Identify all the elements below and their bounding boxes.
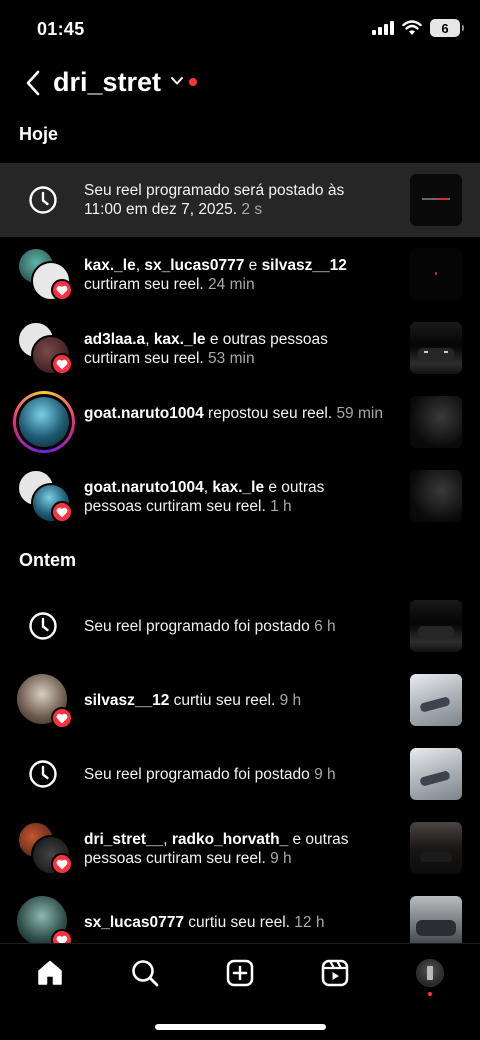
heart-icon <box>51 279 73 301</box>
notification-row[interactable]: ad3laa.a, kax._le e outras pessoas curti… <box>0 311 480 385</box>
notification-text: goat.naruto1004 repostou seu reel. 59 mi… <box>84 405 383 422</box>
notification-row[interactable]: goat.naruto1004 repostou seu reel. 59 mi… <box>0 385 480 459</box>
reel-thumbnail[interactable] <box>410 174 462 226</box>
notification-text: goat.naruto1004, kax._le e outras pessoa… <box>84 479 325 515</box>
battery-level: 6 <box>441 20 449 36</box>
heart-icon <box>51 707 73 729</box>
notification-text: ad3laa.a, kax._le e outras pessoas curti… <box>84 331 328 367</box>
notification-text: sx_lucas0777 curtiu seu reel. 12 h <box>84 914 325 931</box>
story-ring[interactable] <box>13 391 75 453</box>
notification-row[interactable]: Seu reel programado foi postado 9 h <box>0 737 480 811</box>
back-icon[interactable] <box>22 68 44 98</box>
reel-thumbnail[interactable] <box>410 600 462 652</box>
header: dri_stret <box>0 60 480 110</box>
reels-icon[interactable] <box>320 958 350 988</box>
signal-icon <box>372 21 394 35</box>
clock-icon <box>29 760 57 788</box>
notification-text: Seu reel programado foi postado 6 h <box>84 618 336 635</box>
notification-row[interactable]: goat.naruto1004, kax._le e outras pessoa… <box>0 459 480 533</box>
notification-row[interactable]: Seu reel programado será postado às 11:0… <box>0 163 480 237</box>
profile-avatar[interactable] <box>416 959 444 987</box>
heart-icon <box>51 353 73 375</box>
wifi-icon <box>402 20 422 35</box>
notification-text: kax._le, sx_lucas0777 e silvasz__12 curt… <box>84 257 347 293</box>
notification-row[interactable]: Seu reel programado foi postado 6 h <box>0 589 480 663</box>
reel-thumbnail[interactable] <box>410 248 462 300</box>
heart-icon <box>51 853 73 875</box>
status-bar: 01:45 6 <box>0 0 480 60</box>
search-icon[interactable] <box>130 958 160 988</box>
notification-text: dri_stret__, radko_horvath_ e outras pes… <box>84 831 349 867</box>
home-icon[interactable] <box>35 958 65 988</box>
notification-text: Seu reel programado foi postado 9 h <box>84 766 336 783</box>
reel-thumbnail[interactable] <box>410 748 462 800</box>
create-icon[interactable] <box>225 958 255 988</box>
section-yesterday: Ontem <box>19 550 77 570</box>
avatar <box>19 397 69 447</box>
notification-row[interactable]: kax._le, sx_lucas0777 e silvasz__12 curt… <box>0 237 480 311</box>
clock-icon <box>29 612 57 640</box>
account-switcher[interactable]: dri_stret <box>53 67 161 98</box>
clock-icon <box>29 186 57 214</box>
notification-text: Seu reel programado será postado às 11:0… <box>84 182 345 218</box>
reel-thumbnail[interactable] <box>410 896 462 948</box>
unread-dot <box>189 78 197 86</box>
heart-icon <box>51 501 73 523</box>
status-icons: 6 <box>372 19 464 37</box>
notification-text: silvasz__12 curtiu seu reel. 9 h <box>84 692 302 709</box>
section-today: Hoje <box>19 124 59 144</box>
notification-row[interactable]: dri_stret__, radko_horvath_ e outras pes… <box>0 811 480 885</box>
reel-thumbnail[interactable] <box>410 470 462 522</box>
home-indicator[interactable] <box>155 1024 326 1030</box>
reel-thumbnail[interactable] <box>410 322 462 374</box>
profile-notification-dot <box>428 992 432 996</box>
reel-thumbnail[interactable] <box>410 822 462 874</box>
status-time: 01:45 <box>37 19 85 39</box>
reel-thumbnail[interactable] <box>410 396 462 448</box>
reel-thumbnail[interactable] <box>410 674 462 726</box>
notification-row[interactable]: silvasz__12 curtiu seu reel. 9 h <box>0 663 480 737</box>
chevron-down-icon[interactable] <box>170 74 184 88</box>
battery-icon: 6 <box>430 19 464 37</box>
